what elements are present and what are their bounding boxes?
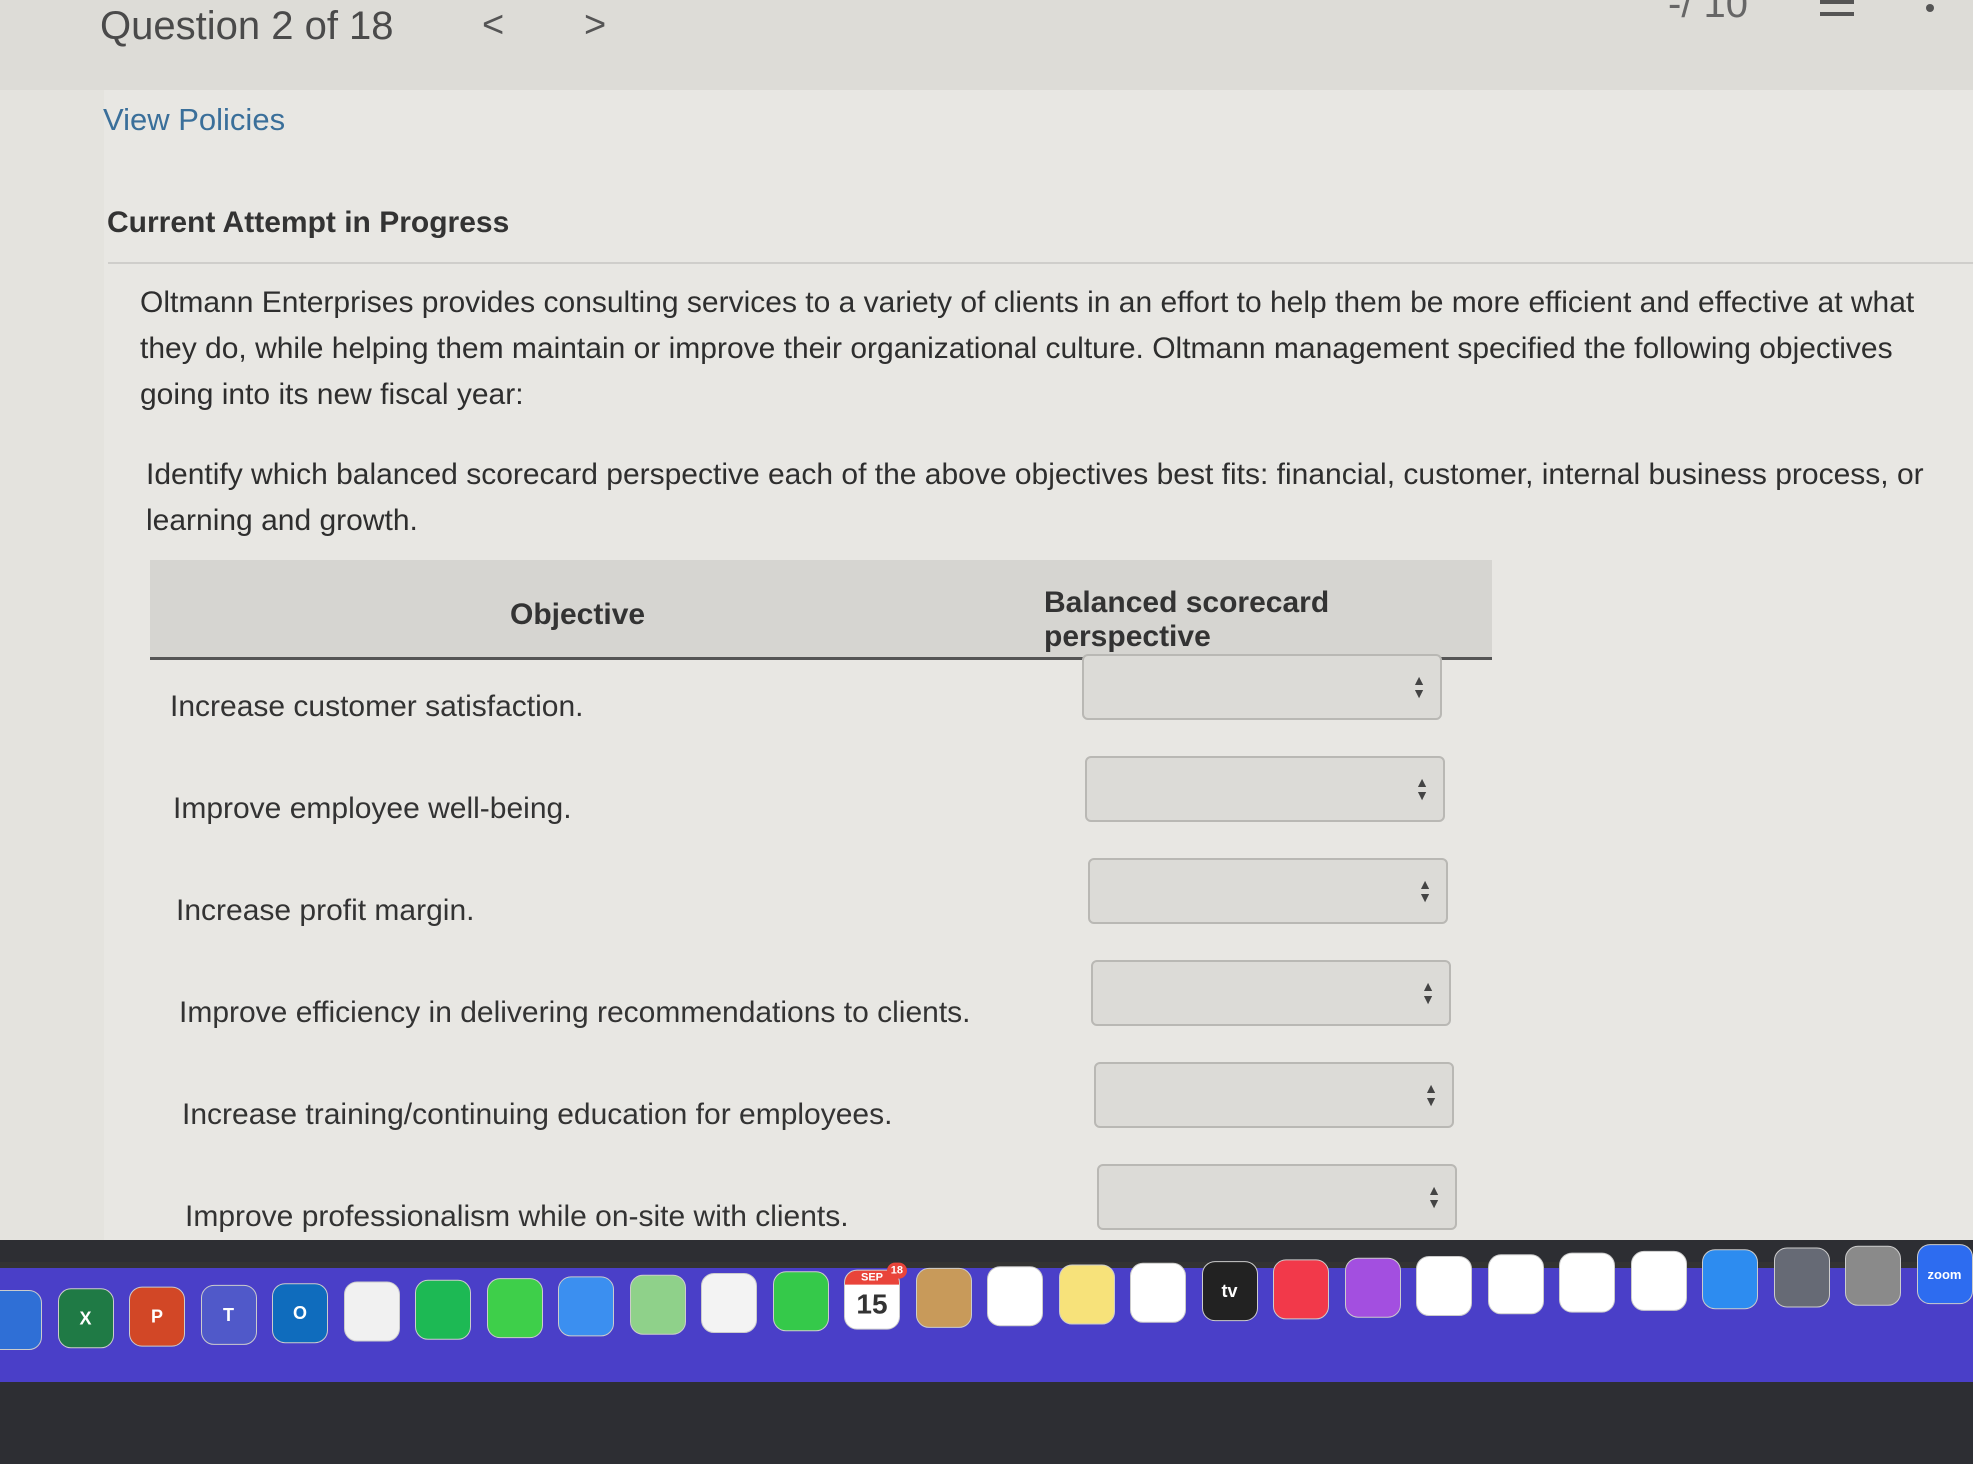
- section-title: Current Attempt in Progress: [107, 206, 510, 239]
- perspective-select[interactable]: ▲ ▼: [1082, 654, 1442, 720]
- dock-finder-icon[interactable]: [0, 1290, 42, 1350]
- dock-screen-sharing-icon[interactable]: [1773, 1247, 1830, 1308]
- dock-teams-icon[interactable]: T: [200, 1284, 257, 1345]
- question-list-icon[interactable]: [1820, 0, 1854, 16]
- dock-pages-icon[interactable]: [1630, 1250, 1687, 1311]
- next-question-button[interactable]: >: [584, 4, 606, 47]
- calendar-day: 15: [856, 1288, 888, 1320]
- objective-cell: Increase customer satisfaction.: [170, 690, 584, 723]
- dock-messages-icon[interactable]: [486, 1278, 543, 1339]
- more-options-icon[interactable]: [1926, 4, 1934, 12]
- question-intro: Oltmann Enterprises provides consulting …: [140, 286, 1915, 411]
- score: -/ 10: [1668, 0, 1749, 26]
- perspective-select[interactable]: ▲ ▼: [1097, 1164, 1457, 1230]
- question-title: Question 2 of 18: [100, 4, 394, 48]
- column-header-objective: Objective: [510, 598, 646, 631]
- app-label: O: [292, 1302, 307, 1323]
- dock-excel-icon[interactable]: X: [57, 1288, 114, 1349]
- perspective-select[interactable]: ▲ ▼: [1088, 858, 1448, 924]
- objective-cell: Improve employee well-being.: [173, 792, 572, 825]
- calendar-badge: 18: [886, 1262, 907, 1279]
- select-arrows-icon: ▲ ▼: [1421, 978, 1435, 1007]
- select-arrows-icon: ▲ ▼: [1424, 1080, 1438, 1109]
- dock-photos-icon[interactable]: [701, 1273, 757, 1333]
- perspective-select[interactable]: ▲ ▼: [1094, 1062, 1454, 1128]
- divider: [108, 262, 1973, 264]
- dock-keynote-icon[interactable]: [1487, 1254, 1544, 1315]
- tv-label: tv: [1221, 1280, 1238, 1301]
- column-header-perspective: Balanced scorecard perspective: [1044, 586, 1330, 653]
- dock-freeform-icon[interactable]: [1130, 1262, 1186, 1323]
- dock-facetime-icon[interactable]: [772, 1271, 829, 1332]
- select-arrows-icon: ▲ ▼: [1412, 672, 1426, 701]
- objective-cell: Improve professionalism while on-site wi…: [185, 1200, 849, 1233]
- dock-powerpoint-icon[interactable]: P: [129, 1286, 185, 1347]
- table-header: Objective Balanced scorecard perspective: [150, 560, 1492, 660]
- dock-maps-icon[interactable]: [629, 1274, 686, 1335]
- objective-cell: Improve efficiency in delivering recomme…: [179, 996, 971, 1029]
- dock-spotify-icon[interactable]: [415, 1279, 471, 1340]
- dock-contacts-icon[interactable]: [915, 1267, 972, 1328]
- app-label: X: [79, 1307, 92, 1328]
- dock-zoom-icon[interactable]: zoom: [1916, 1244, 1973, 1305]
- dock-outlook-icon[interactable]: O: [272, 1283, 328, 1344]
- dock-apple-tv-icon[interactable]: tv: [1201, 1261, 1258, 1322]
- select-arrows-icon: ▲ ▼: [1427, 1182, 1441, 1211]
- select-arrows-icon: ▲ ▼: [1415, 774, 1429, 803]
- dock-news-icon[interactable]: [1416, 1256, 1472, 1316]
- dock-numbers-icon[interactable]: [1559, 1252, 1615, 1313]
- question-prompt: Identify which balanced scorecard perspe…: [146, 458, 1924, 537]
- dock-system-settings-icon[interactable]: [1845, 1245, 1901, 1306]
- view-policies-link[interactable]: View Policies: [103, 102, 285, 138]
- previous-question-button[interactable]: <: [482, 4, 504, 47]
- dock-reminders-icon[interactable]: [987, 1266, 1043, 1327]
- dock-podcasts-icon[interactable]: [1344, 1257, 1401, 1318]
- question-panel: [104, 90, 1973, 1270]
- perspective-select[interactable]: ▲ ▼: [1085, 756, 1445, 822]
- app-label: P: [150, 1306, 163, 1327]
- dock-mail-icon[interactable]: [558, 1276, 614, 1337]
- objective-cell: Increase profit margin.: [176, 894, 475, 927]
- dock-calendar-icon[interactable]: SEP 15 18: [844, 1262, 907, 1330]
- dock-notes-icon[interactable]: [1058, 1264, 1115, 1325]
- app-label: T: [223, 1304, 234, 1325]
- dock-music-icon[interactable]: [1273, 1259, 1329, 1320]
- dock-app-store-icon[interactable]: [1702, 1249, 1758, 1310]
- zoom-label: zoom: [1927, 1266, 1962, 1282]
- objective-cell: Increase training/continuing education f…: [182, 1098, 893, 1131]
- perspective-select[interactable]: ▲ ▼: [1091, 960, 1451, 1026]
- dock-microsoft-store-icon[interactable]: [343, 1281, 400, 1342]
- select-arrows-icon: ▲ ▼: [1418, 876, 1432, 905]
